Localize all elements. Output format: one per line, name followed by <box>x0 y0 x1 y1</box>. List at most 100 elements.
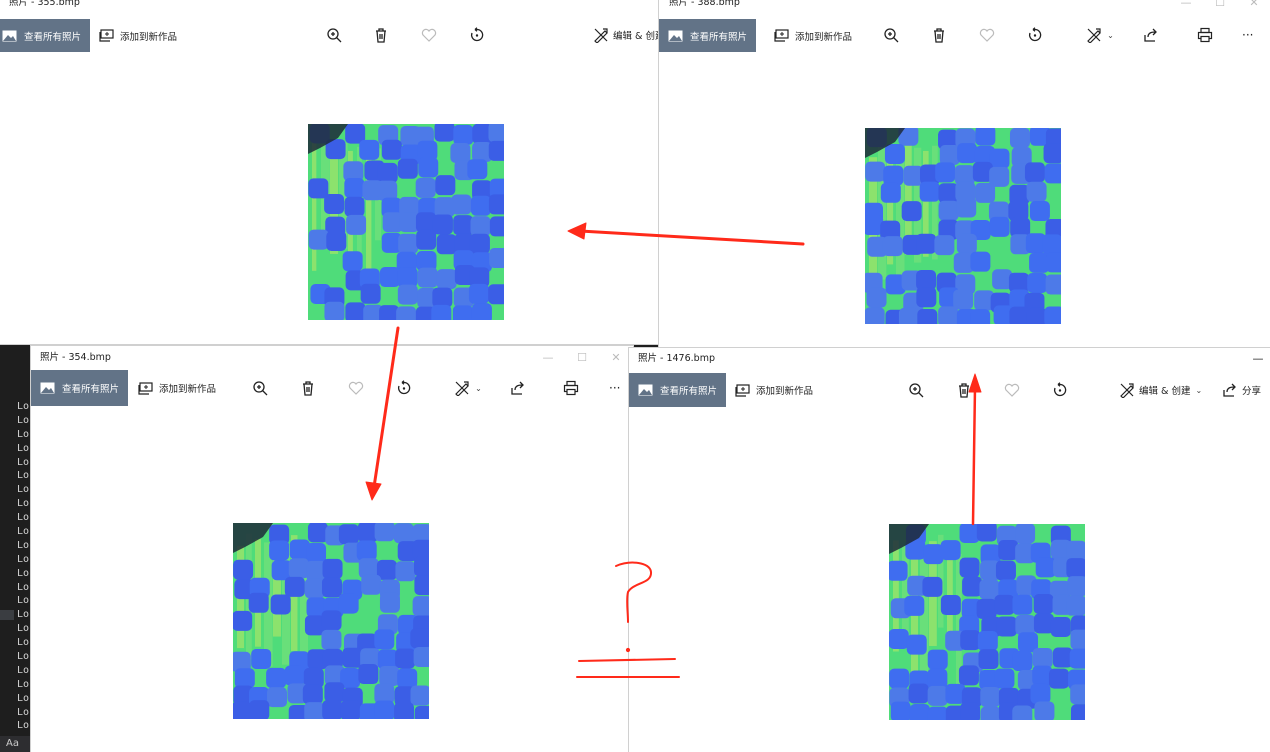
texture-cell <box>340 700 361 719</box>
edit-create-button[interactable]: 编辑 & 创建 <box>593 25 660 45</box>
photos-window-354[interactable]: 照片 - 354.bmp — ☐ ✕ 查看所有照片 添加到新作品 ⌄ ··· <box>30 345 634 752</box>
close-button[interactable]: ✕ <box>1237 0 1270 13</box>
delete-button[interactable] <box>298 378 318 398</box>
zoom-in-button[interactable] <box>250 378 270 398</box>
texture-cell <box>1029 201 1050 222</box>
print-button[interactable] <box>1195 25 1215 45</box>
editor-line: Lo <box>17 720 30 732</box>
editor-line: Lo <box>17 581 30 593</box>
zoom-in-button[interactable] <box>324 25 344 45</box>
edit-create-label: 编辑 & 创建 <box>1139 386 1191 397</box>
add-to-creation-button[interactable]: 添加到新作品 <box>726 383 813 397</box>
favorite-button[interactable] <box>1002 380 1022 400</box>
rotate-button[interactable] <box>467 25 487 45</box>
texture-cell <box>302 684 323 705</box>
texture-cell <box>1069 648 1085 669</box>
add-to-creation-button[interactable]: 添加到新作品 <box>128 381 216 395</box>
texture-cell <box>1009 128 1030 148</box>
share-button[interactable] <box>1141 25 1161 45</box>
view-all-photos-button[interactable]: 查看所有照片 <box>0 19 91 52</box>
delete-button[interactable] <box>929 25 949 45</box>
texture-cell <box>338 524 359 545</box>
texture-cell <box>994 668 1015 689</box>
photo-canvas[interactable] <box>233 523 429 719</box>
rotate-button[interactable] <box>1025 25 1045 45</box>
view-all-photos-label: 查看所有照片 <box>660 386 718 397</box>
share-button[interactable] <box>508 378 528 398</box>
maximize-button[interactable]: ☐ <box>1203 0 1237 13</box>
texture-cell <box>884 144 905 165</box>
view-all-photos-button[interactable]: 查看所有照片 <box>629 373 727 407</box>
add-to-creation-button[interactable]: 添加到新作品 <box>90 29 177 43</box>
view-all-photos-label: 查看所有照片 <box>24 31 82 43</box>
texture-cell <box>970 251 991 272</box>
texture-cell <box>377 162 398 183</box>
edit-create-label: 编辑 & 创建 <box>613 31 660 42</box>
add-to-creation-button[interactable]: 添加到新作品 <box>756 29 852 43</box>
texture-cell <box>395 561 416 582</box>
texture-cell <box>970 309 991 324</box>
texture-cell <box>453 215 474 236</box>
edit-create-button[interactable]: 编辑 & 创建 ⌄ <box>1119 380 1202 400</box>
editor-line: Lo <box>17 664 30 676</box>
editor-line: Lo <box>17 678 30 690</box>
texture-cell <box>1024 162 1045 183</box>
favorite-button[interactable] <box>977 25 997 45</box>
add-creation-icon <box>774 29 789 42</box>
texture-cell <box>324 193 345 214</box>
texture-cell <box>995 560 1016 581</box>
view-all-photos-button[interactable]: 查看所有照片 <box>659 19 757 52</box>
texture-cell <box>410 628 429 649</box>
gallery-icon <box>668 30 683 41</box>
delete-button[interactable] <box>954 380 974 400</box>
texture-cell <box>267 687 288 708</box>
photos-window-388[interactable]: 照片 - 388.bmp — ☐ ✕ 查看所有照片 添加到新作品 ⌄ ··· <box>658 0 1270 352</box>
minimize-button[interactable]: — <box>1169 0 1203 13</box>
texture-cell <box>489 216 504 237</box>
photo-canvas[interactable] <box>889 524 1085 720</box>
editor-line: Lo <box>17 553 30 565</box>
edit-icon <box>594 28 608 43</box>
photo-canvas[interactable] <box>865 128 1061 324</box>
printer-icon <box>1197 27 1213 43</box>
trash-icon <box>934 28 944 43</box>
texture-cell <box>251 648 272 669</box>
rotate-button[interactable] <box>1050 380 1070 400</box>
texture-cell <box>304 578 325 599</box>
texture-cell <box>1042 234 1061 255</box>
texture-cell <box>938 200 959 221</box>
maximize-button[interactable]: ☐ <box>565 346 599 370</box>
favorite-button[interactable] <box>419 25 439 45</box>
print-button[interactable] <box>561 378 581 398</box>
photos-window-355[interactable]: 照片 - 355.bmp 查看所有照片 添加到新作品 编辑 & 创建 <box>0 0 660 345</box>
texture-cell <box>976 524 997 542</box>
zoom-in-button[interactable] <box>881 25 901 45</box>
texture-cell <box>1070 629 1085 650</box>
favorite-button[interactable] <box>346 378 366 398</box>
view-all-photos-button[interactable]: 查看所有照片 <box>31 370 129 406</box>
texture-cell <box>470 216 491 237</box>
photo-canvas[interactable] <box>308 124 504 320</box>
photos-window-1476[interactable]: 照片 - 1476.bmp — 查看所有照片 添加到新作品 编辑 & 创建 ⌄ <box>628 347 1270 752</box>
minimize-button[interactable]: — <box>1245 348 1270 370</box>
texture-cell <box>233 559 254 580</box>
share-button[interactable]: 分享 <box>1222 380 1261 400</box>
texture-cell <box>306 543 327 564</box>
texture-cell <box>233 610 253 631</box>
texture-cell <box>1015 614 1036 635</box>
edit-dropdown-button[interactable]: ⌄ <box>1083 25 1117 45</box>
heart-icon <box>979 28 995 42</box>
rotate-button[interactable] <box>394 378 414 398</box>
more-options-button[interactable]: ··· <box>609 378 620 398</box>
texture-cell <box>361 574 382 595</box>
editor-line: Lo <box>17 637 30 649</box>
zoom-in-button[interactable] <box>906 380 926 400</box>
texture-cell <box>374 523 395 542</box>
more-options-button[interactable]: ··· <box>1242 25 1253 45</box>
texture-cell <box>488 124 504 143</box>
minimize-button[interactable]: — <box>531 346 565 370</box>
texture-cell <box>414 705 429 719</box>
edit-dropdown-button[interactable]: ⌄ <box>451 378 485 398</box>
texture-cell <box>901 201 922 222</box>
delete-button[interactable] <box>371 25 391 45</box>
